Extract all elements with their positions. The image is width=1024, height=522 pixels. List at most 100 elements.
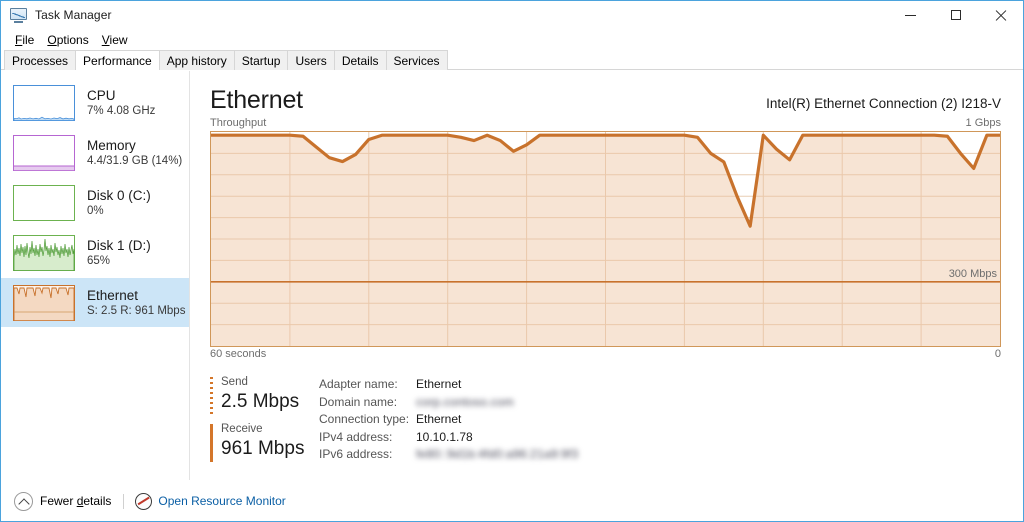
disk1-meta: Disk 1 (D:) 65% [87, 237, 151, 269]
minimize-icon [905, 14, 916, 16]
memory-subtitle: 4.4/31.9 GB (14%) [87, 154, 183, 167]
disk1-title: Disk 1 (D:) [87, 237, 151, 253]
chart-y-max-label: 1 Gbps [965, 117, 1001, 129]
tab-details[interactable]: Details [333, 50, 387, 70]
chart-bottom-axis: 60 seconds 0 [210, 348, 1001, 361]
domain-name-key: Domain name: [319, 394, 398, 409]
menu-item-file-rest: ile [22, 32, 35, 47]
fewer-details-label: Fewer details [40, 494, 112, 508]
fewer-details-button[interactable]: Fewer details [14, 491, 112, 511]
receive-value: 961 Mbps [221, 438, 305, 459]
disk0-title: Disk 0 (C:) [87, 187, 151, 203]
ipv4-key: IPv4 address: [319, 429, 393, 444]
ipv6-value: fe80::9d1b:4fd0:a96:21a9:9f3 [416, 447, 579, 461]
memory-thumbnail-graph [13, 134, 75, 171]
connection-type-value: Ethernet [416, 412, 462, 426]
menu-item-options[interactable]: Options [41, 31, 95, 49]
memory-title: Memory [87, 137, 136, 153]
cpu-subtitle: 7% 4.08 GHz [87, 104, 156, 117]
sidebar-item-disk1[interactable]: Disk 1 (D:) 65% [1, 228, 189, 277]
tab-processes-label: Processes [12, 53, 69, 68]
menu-item-file[interactable]: File [9, 31, 41, 49]
throughput-chart: 300 Mbps [210, 131, 1001, 347]
tab-startup[interactable]: Startup [233, 50, 289, 70]
tab-app-history[interactable]: App history [158, 50, 235, 70]
info-row-domain-name: Domain name: corp.contoso.com [319, 394, 1001, 412]
window-title: Task Manager [35, 8, 112, 22]
content-body: CPU 7% 4.08 GHz Memory 4.4/31.9 GB (14%) [1, 71, 1023, 480]
ethernet-subtitle: S: 2.5 R: 961 Mbps [87, 304, 186, 317]
chart-top-axis: Throughput 1 Gbps [210, 117, 1001, 130]
tab-services-label: Services [393, 53, 440, 68]
adapter-name-key: Adapter name: [319, 377, 398, 391]
chart-x-right-label: 0 [994, 348, 1001, 360]
tab-services[interactable]: Services [385, 50, 448, 70]
close-button[interactable] [978, 1, 1023, 29]
send-value: 2.5 Mbps [221, 391, 300, 412]
disk0-subtitle: 0% [87, 204, 104, 217]
send-label: Send [221, 376, 248, 388]
tab-performance-label: Performance [83, 53, 152, 68]
cpu-thumbnail-graph [13, 84, 75, 121]
domain-name-value: corp.contoso.com [416, 394, 514, 409]
info-row-adapter-name: Adapter name: Ethernet [319, 376, 1001, 394]
disk1-subtitle: 65% [87, 254, 111, 267]
page-title: Ethernet [210, 86, 303, 114]
adapter-info-table: Adapter name: Ethernet Domain name: corp… [310, 375, 1001, 469]
sidebar-item-cpu[interactable]: CPU 7% 4.08 GHz [1, 78, 189, 127]
menu-item-options-rest: ptions [56, 32, 89, 47]
task-manager-window: Task Manager File Options View Processes… [0, 0, 1024, 522]
open-resource-monitor-link[interactable]: Open Resource Monitor [135, 492, 286, 510]
sidebar-item-ethernet[interactable]: Ethernet S: 2.5 R: 961 Mbps [1, 278, 189, 327]
menu-item-view[interactable]: View [96, 31, 135, 49]
ethernet-thumbnail-graph [13, 284, 75, 321]
receive-marker-icon [210, 424, 213, 462]
receive-stat: Receive 961 Mbps [210, 422, 310, 462]
status-bar: Fewer details Open Resource Monitor [1, 480, 1023, 521]
sidebar-item-disk0[interactable]: Disk 0 (C:) 0% [1, 178, 189, 227]
close-icon [995, 10, 1006, 21]
open-resource-monitor-label: Open Resource Monitor [158, 494, 286, 508]
title-bar: Task Manager [1, 1, 1023, 29]
maximize-button[interactable] [933, 1, 978, 29]
disk1-thumbnail-graph [13, 234, 75, 271]
memory-meta: Memory 4.4/31.9 GB (14%) [87, 137, 182, 169]
ethernet-meta: Ethernet S: 2.5 R: 961 Mbps [87, 287, 185, 319]
menu-item-view-rest: iew [109, 32, 128, 47]
info-row-ipv4: IPv4 address: 10.10.1.78 [319, 429, 1001, 447]
tab-performance[interactable]: Performance [75, 50, 160, 71]
receive-label: Receive [221, 423, 263, 435]
sidebar-item-memory[interactable]: Memory 4.4/31.9 GB (14%) [1, 128, 189, 177]
disk0-meta: Disk 0 (C:) 0% [87, 187, 151, 219]
info-row-ipv6: IPv6 address: fe80::9d1b:4fd0:a96:21a9:9… [319, 446, 1001, 464]
send-marker-icon [210, 377, 213, 415]
window-controls [888, 1, 1023, 29]
cpu-meta: CPU 7% 4.08 GHz [87, 87, 155, 119]
tab-startup-label: Startup [241, 53, 281, 68]
maximize-icon [950, 10, 961, 20]
stats-section: Send 2.5 Mbps Receive 961 Mbps Adapter n… [210, 375, 1001, 469]
chart-x-left-label: 60 seconds [210, 348, 267, 360]
throughput-stats: Send 2.5 Mbps Receive 961 Mbps [210, 375, 310, 469]
minimize-button[interactable] [888, 1, 933, 29]
tab-app-history-label: App history [166, 53, 227, 68]
chart-caption: Throughput [210, 117, 267, 129]
ipv6-key: IPv6 address: [319, 447, 393, 461]
ipv4-value: 10.10.1.78 [416, 429, 473, 444]
task-manager-icon [10, 7, 27, 23]
tab-users[interactable]: Users [287, 50, 335, 70]
tab-details-label: Details [341, 53, 379, 68]
adapter-name-value: Ethernet [416, 377, 462, 391]
footer-divider [123, 493, 125, 509]
throughput-chart-svg [211, 132, 1000, 346]
chevron-up-circle-icon [14, 491, 33, 511]
resource-sidebar: CPU 7% 4.08 GHz Memory 4.4/31.9 GB (14%) [1, 71, 190, 480]
adapter-model-label: Intel(R) Ethernet Connection (2) I218-V [766, 96, 1001, 111]
info-row-connection-type: Connection type: Ethernet [319, 411, 1001, 429]
chart-area-fill [211, 135, 1000, 346]
cpu-title: CPU [87, 87, 116, 103]
connection-type-key: Connection type: [319, 412, 410, 426]
resource-monitor-icon [135, 492, 153, 510]
send-stat: Send 2.5 Mbps [210, 375, 310, 415]
tab-processes[interactable]: Processes [4, 50, 77, 70]
